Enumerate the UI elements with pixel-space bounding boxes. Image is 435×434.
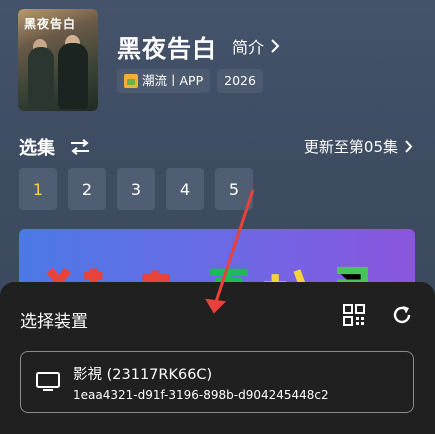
chevron-right-icon <box>405 140 413 153</box>
device-item[interactable]: 影視 (23117RK66C) 1eaa4321-d91f-3196-898b-… <box>20 351 414 413</box>
tag-list: 潮流丨APP 2026 <box>117 69 263 93</box>
update-text: 更新至第05集 <box>303 138 398 156</box>
episode-button[interactable]: 5 <box>215 168 253 210</box>
episode-list: 1 2 3 4 5 <box>19 168 253 210</box>
tag-source: 潮流丨APP <box>117 69 211 93</box>
app-emoji-icon <box>124 74 138 88</box>
episode-button[interactable]: 2 <box>68 168 106 210</box>
qr-code-icon[interactable] <box>343 304 365 326</box>
sheet-title: 选择装置 <box>20 312 88 332</box>
intro-label: 简介 <box>232 38 265 57</box>
show-title: 黑夜告白 <box>117 35 217 63</box>
swap-order-icon[interactable] <box>69 139 91 155</box>
device-id: 1eaa4321-d91f-3196-898b-d904245448c2 <box>73 388 329 402</box>
episode-update-link[interactable]: 更新至第05集 <box>304 136 413 157</box>
poster-title-text: 黑夜告白 <box>24 17 77 31</box>
player-detail-page: 黑夜告白 黑夜告白 简介 潮流丨APP 2026 选集 更新至第05集 1 2 … <box>0 0 435 434</box>
device-picker-sheet: 选择装置 影視 (23117RK66C) 1eaa4321-d91f-3196-… <box>0 282 435 434</box>
tag-label: 潮流丨APP <box>142 73 204 88</box>
episode-button[interactable]: 1 <box>19 168 57 210</box>
episode-button[interactable]: 4 <box>166 168 204 210</box>
episode-button[interactable]: 3 <box>117 168 155 210</box>
episodes-header: 选集 <box>19 134 91 160</box>
sheet-actions <box>343 304 413 326</box>
chevron-right-icon <box>271 39 280 53</box>
intro-link[interactable]: 简介 <box>232 34 280 58</box>
refresh-icon[interactable] <box>391 304 413 326</box>
device-name: 影視 (23117RK66C) <box>73 367 213 383</box>
tag-label: 2026 <box>224 73 256 88</box>
show-poster[interactable]: 黑夜告白 <box>18 9 98 111</box>
tv-icon <box>36 372 60 391</box>
tag-year: 2026 <box>217 69 263 93</box>
episodes-section-title: 选集 <box>19 138 55 159</box>
